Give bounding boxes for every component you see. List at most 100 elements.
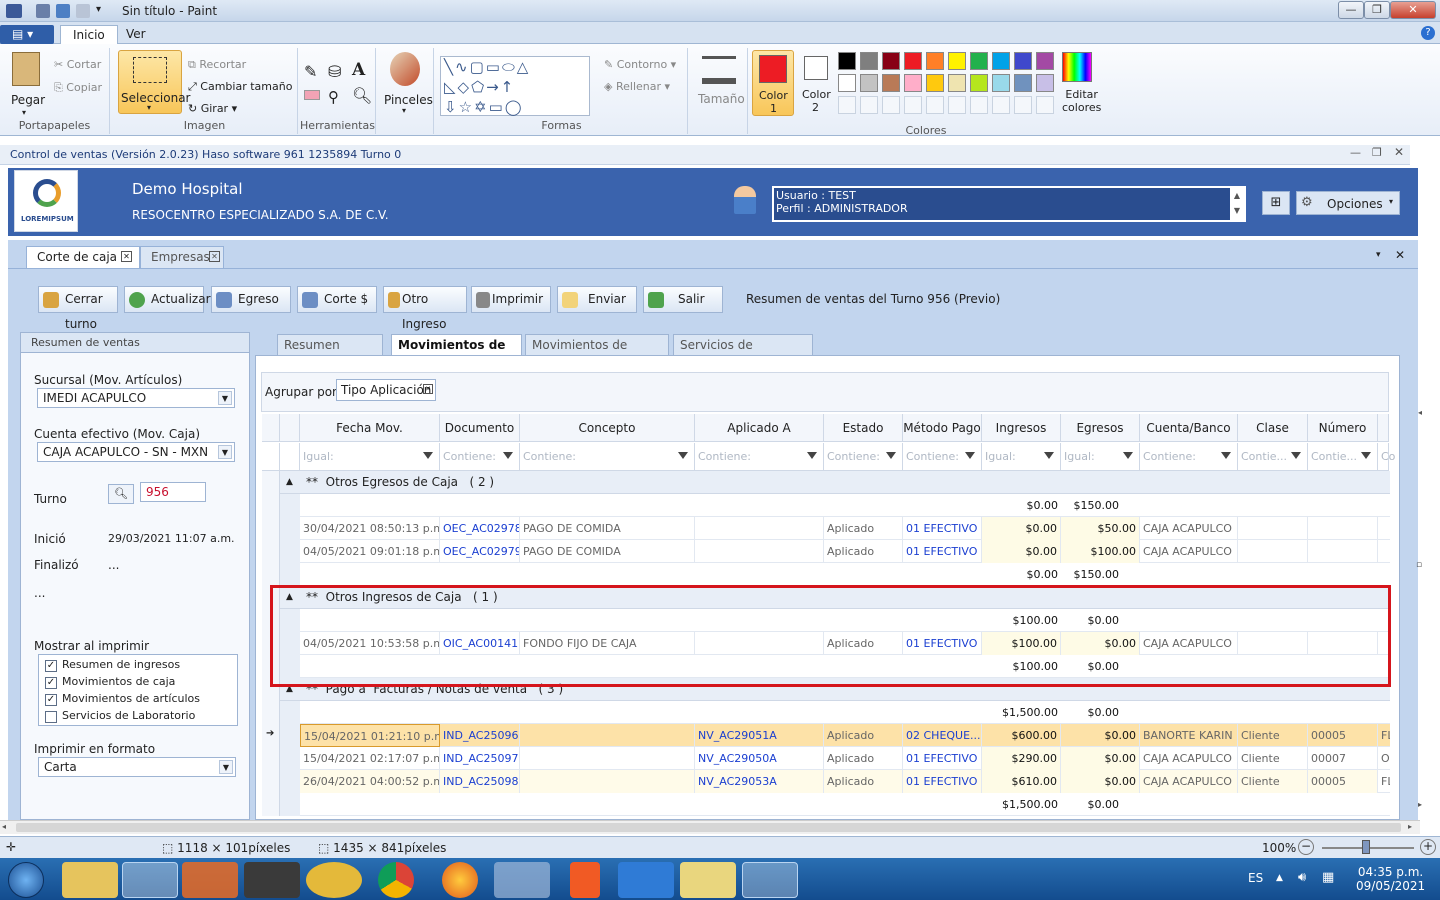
group-header-row[interactable]: ▲ ** Otros Egresos de Caja ( 2 ) [280, 471, 1390, 494]
quick-access-dropdown-icon[interactable]: ▾ [96, 4, 101, 15]
refresh-button[interactable]: Actualizar [124, 286, 211, 313]
palette-swatch[interactable] [838, 96, 856, 114]
collapse-group-icon[interactable]: ▲ [286, 471, 293, 494]
zoom-out-button[interactable]: − [1298, 839, 1314, 855]
user-scroll[interactable]: ▲ ▼ [1230, 188, 1244, 220]
turno-input[interactable]: 956 [140, 482, 206, 502]
pencil-icon[interactable]: ✎ [304, 62, 317, 81]
palette-swatch[interactable] [904, 52, 922, 70]
rotate-button[interactable]: ↻ Girar ▾ [188, 102, 237, 115]
sucursal-select[interactable]: IMEDI ACAPULCO ▼ [37, 388, 235, 408]
cloud-app-icon[interactable] [618, 862, 674, 898]
filter-funnel-icon[interactable] [503, 452, 513, 462]
column-header[interactable]: Concepto [520, 414, 695, 442]
undo-icon[interactable] [56, 4, 70, 18]
edit-colors-icon[interactable] [1062, 52, 1092, 82]
palette-swatch[interactable] [926, 52, 944, 70]
palette-swatch[interactable] [970, 74, 988, 92]
column-header[interactable]: Clase [1238, 414, 1308, 442]
app-s-icon[interactable] [244, 862, 300, 898]
paste-dropdown-icon[interactable]: ▾ [22, 108, 26, 117]
options-button[interactable]: ⚙ Opciones ▾ [1296, 191, 1400, 215]
palette-swatch[interactable] [948, 74, 966, 92]
paint-menu-icon[interactable] [6, 4, 22, 18]
palette-swatch[interactable] [948, 52, 966, 70]
grid-view-icon[interactable]: ⊞ [1262, 191, 1290, 215]
brave-icon[interactable] [570, 862, 600, 898]
control-ventas-icon[interactable] [742, 862, 798, 898]
palette-swatch[interactable] [1036, 96, 1054, 114]
column-header[interactable]: Egresos [1061, 414, 1140, 442]
help-icon[interactable]: ? [1421, 26, 1435, 40]
magnifier-icon[interactable]: 🔍︎ [352, 86, 372, 105]
palette-swatch[interactable] [838, 52, 856, 70]
filter-funnel-icon[interactable] [886, 452, 896, 462]
select-button[interactable]: Seleccionar ▾ [118, 50, 190, 114]
column-header[interactable]: Estado [824, 414, 903, 442]
edit-colors-button[interactable]: Editar colores [1062, 88, 1101, 114]
table-row[interactable]: 26/04/2021 04:00:52 p.m. IND_AC25098 NV_AC… [300, 770, 1390, 793]
column-filter-input[interactable]: Igual: [300, 443, 440, 471]
media-player-icon[interactable] [182, 862, 238, 898]
tab-movimientos-caja[interactable]: Movimientos de caja [391, 334, 522, 372]
palette-swatch[interactable] [838, 74, 856, 92]
column-filter-input[interactable]: Contiene: [520, 443, 695, 471]
palette-swatch[interactable] [1036, 74, 1054, 92]
filter-funnel-icon[interactable] [678, 452, 688, 462]
fill-button[interactable]: ◈ Rellenar ▾ [604, 80, 670, 93]
volume-icon[interactable]: 🔊︎ [1298, 870, 1306, 885]
scroll-arrow-icon[interactable]: ◂ [1418, 408, 1422, 417]
column-header[interactable]: Documento [440, 414, 520, 442]
close-tab-icon[interactable]: ✕ [209, 251, 220, 262]
column-header[interactable]: Número [1308, 414, 1378, 442]
send-button[interactable]: Enviar [557, 286, 637, 313]
egreso-button[interactable]: Egreso [211, 286, 291, 313]
scroll-thumb[interactable] [16, 823, 1401, 832]
tab-servicios-laboratorio[interactable]: Servicios de Laboratorio [673, 334, 813, 372]
paint-file-menu-button[interactable]: ▤ ▾ [0, 25, 54, 44]
palette-swatch[interactable] [926, 96, 944, 114]
file-explorer-icon[interactable] [62, 862, 118, 898]
fill-bucket-icon[interactable]: ⛁ [328, 62, 341, 81]
table-row[interactable]: 30/04/2021 08:50:13 p.m. OEC_AC02978 PAGO … [300, 517, 1390, 540]
column-filter-input[interactable]: Contiene: [1140, 443, 1238, 471]
tab-resumen-ingresos[interactable]: Resumen Ingresos [277, 334, 383, 372]
crop-button[interactable]: ⧉ Recortar [188, 58, 246, 72]
print-format-select[interactable]: Carta ▼ [38, 757, 236, 777]
save-icon[interactable] [36, 4, 50, 18]
column-filter-input[interactable]: Contiene: [440, 443, 520, 471]
scroll-arrow-icon[interactable]: ▸ [1418, 800, 1422, 809]
scroll-right-icon[interactable]: ▸ [1408, 822, 1412, 831]
start-button[interactable] [8, 862, 44, 898]
horizontal-scrollbar[interactable]: ◂ ▸ [0, 820, 1420, 834]
palette-swatch[interactable] [1014, 52, 1032, 70]
table-row[interactable]: 04/05/2021 09:01:18 p.m. OEC_AC02979 PAGO … [300, 540, 1390, 563]
redo-icon[interactable] [76, 4, 90, 18]
firefox-icon[interactable] [442, 862, 478, 898]
filter-funnel-icon[interactable] [1221, 452, 1231, 462]
app-minimize-button[interactable]: — [1350, 146, 1361, 159]
filter-funnel-icon[interactable] [807, 452, 817, 462]
print-button[interactable]: Imprimir [471, 286, 551, 313]
eraser-icon[interactable] [304, 90, 320, 100]
palette-swatch[interactable] [970, 96, 988, 114]
app-restore-button[interactable]: ❐ [1372, 146, 1382, 159]
filter-funnel-icon[interactable] [1291, 452, 1301, 462]
user-app-icon[interactable] [306, 862, 362, 898]
paint-taskbar-icon[interactable] [122, 862, 178, 898]
close-window-button[interactable]: ✕ [1390, 1, 1436, 19]
brushes-button[interactable]: Pinceles [384, 93, 433, 107]
notes-icon[interactable] [680, 862, 736, 898]
column-filter-input[interactable]: Contie... [1238, 443, 1308, 471]
column-header[interactable]: Ingresos [982, 414, 1061, 442]
tab-empresas[interactable]: Empresas ✕ [140, 246, 224, 268]
checkbox[interactable] [45, 711, 57, 723]
table-row[interactable]: 15/04/2021 01:21:10 p.m. IND_AC25096 NV_AC… [300, 724, 1390, 747]
palette-swatch[interactable] [904, 74, 922, 92]
size-button[interactable]: Tamaño [698, 92, 745, 106]
tab-inicio[interactable]: Inicio [60, 25, 118, 44]
close-tab-icon[interactable]: ✕ [121, 251, 132, 262]
tab-movimientos-articulos[interactable]: Movimientos de Artículos [525, 334, 669, 372]
paste-button[interactable]: Pegar [11, 93, 45, 107]
color2-button[interactable]: Color 2 [798, 50, 836, 116]
